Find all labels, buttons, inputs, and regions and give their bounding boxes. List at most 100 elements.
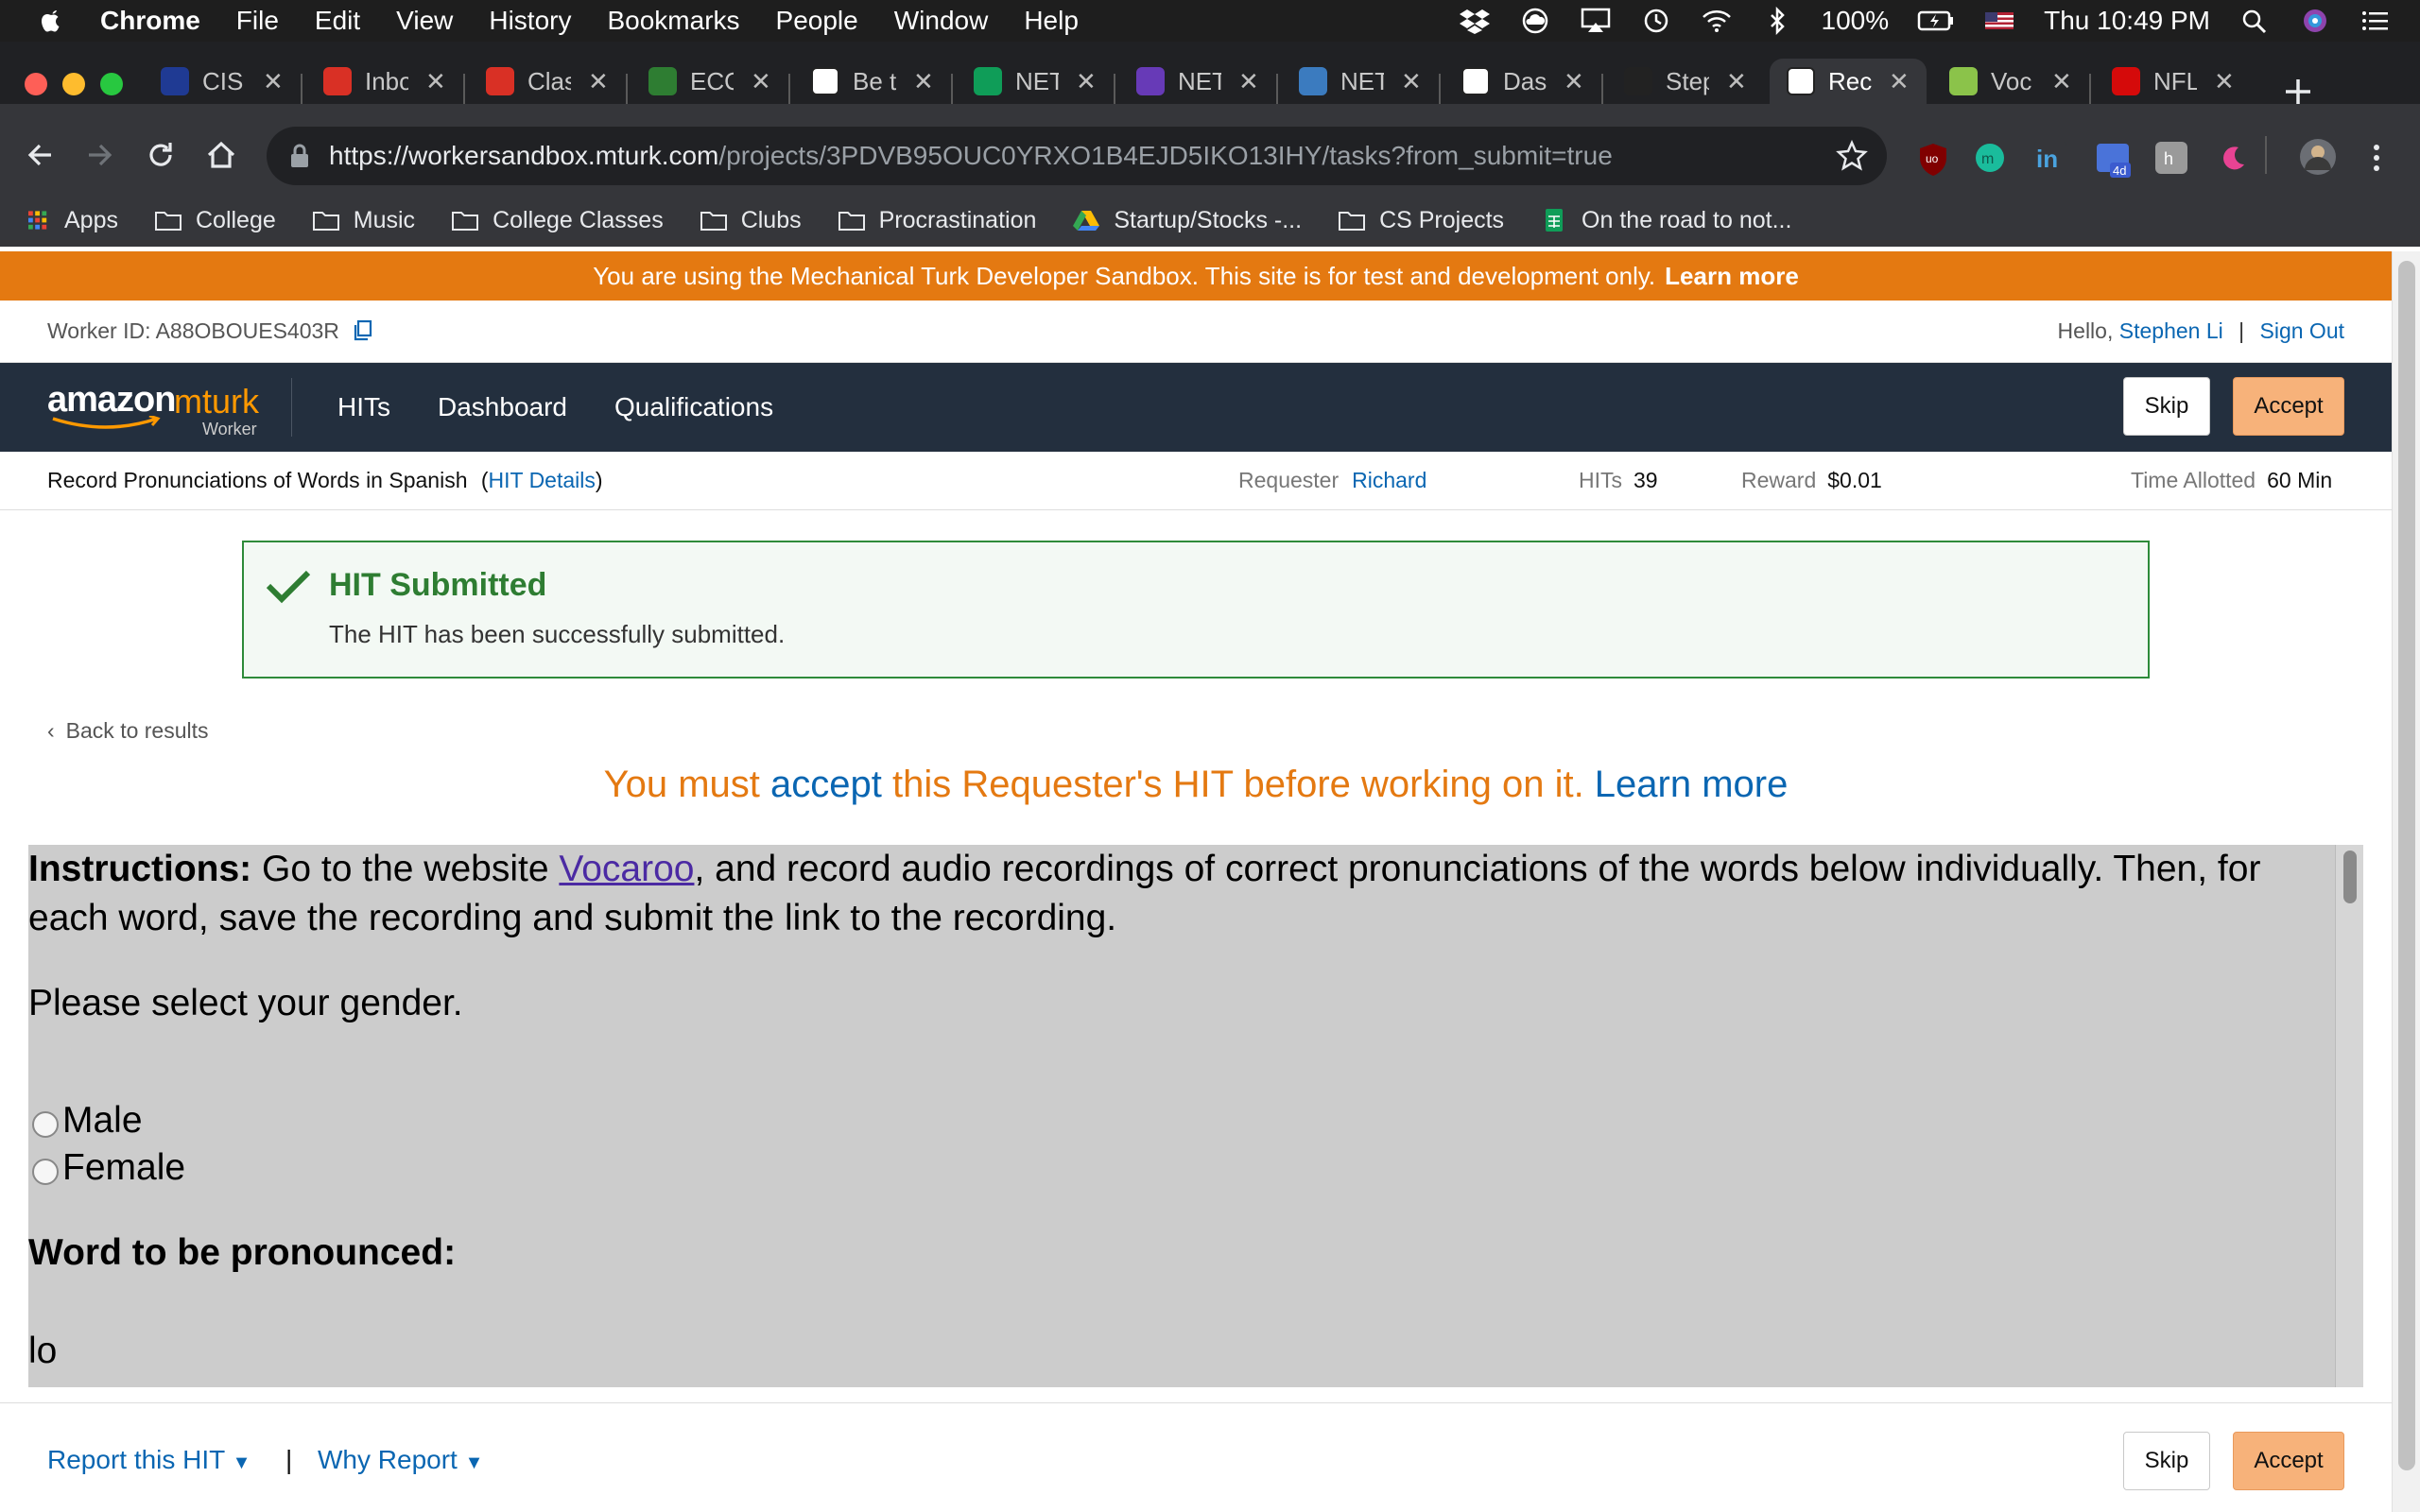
why-report-dropdown[interactable]: Why Report ▼ bbox=[318, 1445, 483, 1475]
footer-skip-button[interactable]: Skip bbox=[2123, 1432, 2210, 1490]
gender-male-label[interactable]: Male bbox=[62, 1096, 143, 1145]
url-text[interactable]: https://workersandbox.mturk.com/projects… bbox=[329, 141, 1613, 171]
iframe-scroll-thumb[interactable] bbox=[2343, 850, 2357, 903]
tab-close-icon[interactable]: ✕ bbox=[913, 67, 934, 96]
amazon-mturk-logo[interactable]: amazon mturk Worker bbox=[47, 374, 259, 440]
notice-accept-link[interactable]: accept bbox=[770, 764, 882, 805]
task-iframe[interactable]: Instructions: Go to the website Vocaroo,… bbox=[28, 845, 2363, 1387]
dark-reader-moon-icon[interactable] bbox=[2216, 142, 2248, 174]
maximize-window-button[interactable] bbox=[100, 73, 123, 95]
bookmark-folder-cs-projects[interactable]: CS Projects bbox=[1338, 207, 1504, 234]
hit-details-link[interactable]: HIT Details bbox=[489, 468, 596, 492]
tab-close-icon[interactable]: ✕ bbox=[2214, 67, 2235, 96]
browser-tab[interactable]: CIS ✕ bbox=[161, 59, 284, 104]
time-machine-icon[interactable] bbox=[1640, 7, 1672, 35]
bookmark-folder-procrastination[interactable]: Procrastination bbox=[838, 207, 1036, 234]
bookmark-on-the-road[interactable]: On the road to not... bbox=[1540, 207, 1791, 234]
gender-female-label[interactable]: Female bbox=[62, 1143, 185, 1193]
bookmark-startup-stocks[interactable]: Startup/Stocks -... bbox=[1072, 207, 1302, 234]
menu-history[interactable]: History bbox=[489, 6, 571, 36]
siri-icon[interactable] bbox=[2299, 7, 2331, 35]
clock[interactable]: Thu 10:49 PM bbox=[2044, 6, 2210, 36]
tab-close-icon[interactable]: ✕ bbox=[1076, 67, 1097, 96]
close-window-button[interactable] bbox=[25, 73, 47, 95]
tab-close-icon[interactable]: ✕ bbox=[425, 67, 446, 96]
profile-avatar-icon[interactable] bbox=[2299, 138, 2337, 176]
tab-close-icon[interactable]: ✕ bbox=[1401, 67, 1422, 96]
home-icon[interactable] bbox=[204, 138, 238, 172]
menu-view[interactable]: View bbox=[396, 6, 453, 36]
browser-tab[interactable]: Das ✕ bbox=[1461, 59, 1584, 104]
menu-people[interactable]: People bbox=[776, 6, 858, 36]
address-bar[interactable]: https://workersandbox.mturk.com/projects… bbox=[267, 127, 1887, 185]
browser-tab[interactable]: NFL ✕ bbox=[2112, 59, 2235, 104]
iframe-scrollbar[interactable] bbox=[2335, 845, 2363, 1387]
user-name-link[interactable]: Stephen Li bbox=[2119, 318, 2223, 343]
nav-qualifications[interactable]: Qualifications bbox=[614, 392, 773, 422]
tab-close-icon[interactable]: ✕ bbox=[1726, 67, 1747, 96]
tab-close-icon[interactable]: ✕ bbox=[588, 67, 609, 96]
wifi-icon[interactable] bbox=[1701, 7, 1733, 35]
bookmark-star-icon[interactable] bbox=[1836, 140, 1868, 172]
linkedin-icon[interactable]: in bbox=[2034, 142, 2066, 174]
skip-button[interactable]: Skip bbox=[2123, 377, 2210, 436]
browser-tab[interactable]: NET ✕ bbox=[1299, 59, 1422, 104]
requester-link[interactable]: Richard bbox=[1352, 468, 1426, 492]
menu-window[interactable]: Window bbox=[894, 6, 989, 36]
browser-tab[interactable]: Inbox ✕ bbox=[323, 59, 446, 104]
mercury-reader-icon[interactable]: m bbox=[1974, 142, 2006, 174]
browser-tab[interactable]: NET ✕ bbox=[1136, 59, 1259, 104]
menu-app-chrome[interactable]: Chrome bbox=[100, 6, 200, 36]
bookmark-folder-college[interactable]: College bbox=[154, 207, 276, 234]
browser-tab[interactable]: ECO ✕ bbox=[648, 59, 771, 104]
browser-tab[interactable]: NET ✕ bbox=[974, 59, 1097, 104]
notification-center-icon[interactable] bbox=[2360, 7, 2392, 35]
new-tab-icon[interactable] bbox=[2282, 76, 2314, 108]
copy-icon[interactable] bbox=[353, 319, 373, 342]
menu-file[interactable]: File bbox=[236, 6, 279, 36]
tab-close-icon[interactable]: ✕ bbox=[1889, 67, 1910, 96]
menu-bookmarks[interactable]: Bookmarks bbox=[607, 6, 739, 36]
nav-dashboard[interactable]: Dashboard bbox=[438, 392, 567, 422]
browser-tab[interactable]: Step ✕ bbox=[1624, 59, 1747, 104]
footer-accept-button[interactable]: Accept bbox=[2233, 1432, 2344, 1490]
calendar-badge-icon[interactable]: 4d bbox=[2095, 140, 2131, 180]
reload-icon[interactable] bbox=[144, 138, 178, 172]
bookmark-folder-college-classes[interactable]: College Classes bbox=[451, 207, 664, 234]
forward-arrow-icon[interactable] bbox=[83, 138, 117, 172]
gender-female-radio[interactable] bbox=[32, 1159, 59, 1185]
back-arrow-icon[interactable] bbox=[23, 138, 57, 172]
browser-tab[interactable]: Class ✕ bbox=[486, 59, 609, 104]
chrome-menu-kebab-icon[interactable] bbox=[2367, 142, 2386, 174]
tab-close-icon[interactable]: ✕ bbox=[751, 67, 771, 96]
lock-icon[interactable] bbox=[289, 143, 310, 169]
honey-extension-icon[interactable]: h bbox=[2155, 142, 2187, 174]
browser-tab[interactable]: Be t ✕ bbox=[811, 59, 934, 104]
bookmark-apps[interactable]: Apps bbox=[28, 207, 118, 234]
page-scroll-thumb[interactable] bbox=[2398, 261, 2415, 1470]
tab-close-icon[interactable]: ✕ bbox=[263, 67, 284, 96]
menu-help[interactable]: Help bbox=[1024, 6, 1079, 36]
spotlight-search-icon[interactable] bbox=[2238, 7, 2271, 35]
us-flag-icon[interactable] bbox=[1983, 7, 2015, 35]
page-scrollbar[interactable] bbox=[2392, 251, 2420, 1512]
browser-tab[interactable]: Rec ✕ bbox=[1770, 59, 1927, 104]
gender-male-radio[interactable] bbox=[32, 1111, 59, 1138]
menu-edit[interactable]: Edit bbox=[315, 6, 360, 36]
notice-learn-more-link[interactable]: Learn more bbox=[1595, 764, 1789, 805]
tab-close-icon[interactable]: ✕ bbox=[1238, 67, 1259, 96]
cloud-sync-icon[interactable] bbox=[1519, 7, 1551, 35]
accept-button[interactable]: Accept bbox=[2233, 377, 2344, 436]
vocaroo-link[interactable]: Vocaroo bbox=[559, 849, 694, 889]
report-hit-dropdown[interactable]: Report this HIT ▼ bbox=[47, 1445, 251, 1475]
airplay-icon[interactable] bbox=[1580, 7, 1612, 35]
apple-logo-icon[interactable] bbox=[38, 7, 66, 35]
nav-hits[interactable]: HITs bbox=[337, 392, 390, 422]
tab-close-icon[interactable]: ✕ bbox=[2051, 67, 2072, 96]
bookmark-folder-clubs[interactable]: Clubs bbox=[700, 207, 802, 234]
ublock-origin-icon[interactable]: uo bbox=[1917, 142, 1949, 178]
back-to-results-link[interactable]: ‹ Back to results bbox=[47, 718, 209, 744]
browser-tab[interactable]: Voc ✕ bbox=[1949, 59, 2072, 104]
battery-charging-icon[interactable] bbox=[1917, 7, 1955, 35]
sign-out-link[interactable]: Sign Out bbox=[2260, 318, 2345, 343]
